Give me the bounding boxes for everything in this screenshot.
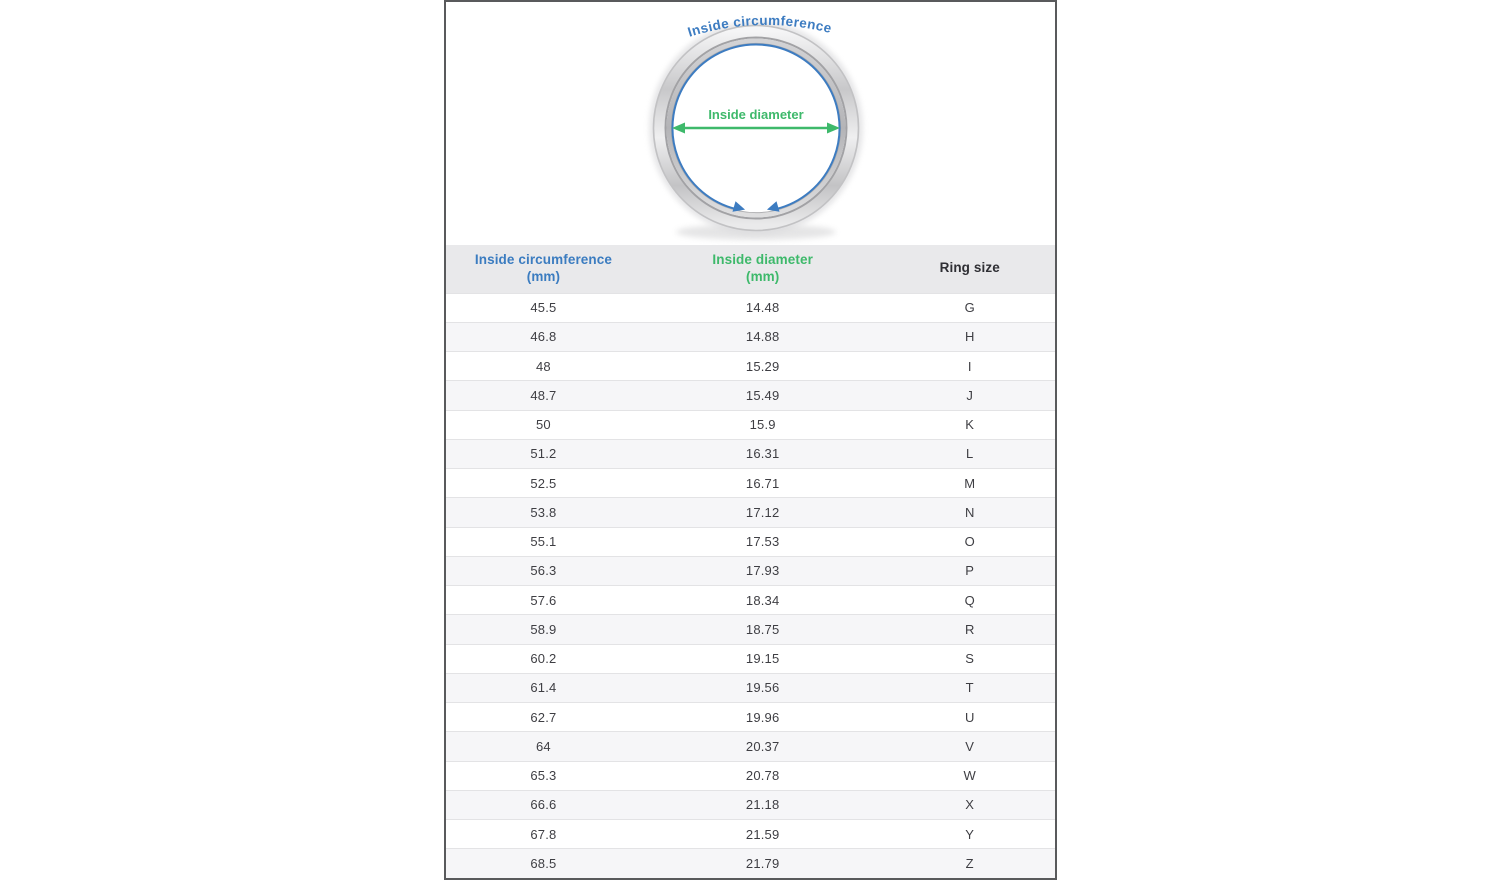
header-ring-size-label: Ring size [940,260,1000,275]
table-row: 51.216.31L [446,439,1055,468]
circumference-cell: 52.5 [446,469,641,498]
header-diameter-unit: (mm) [746,269,779,284]
ring-size-cell: J [884,381,1055,410]
ring-size-cell: G [884,293,1055,322]
circumference-cell: 50 [446,410,641,439]
diameter-cell: 14.48 [641,293,885,322]
ring-size-cell: O [884,527,1055,556]
ring-size-cell: N [884,498,1055,527]
ring-size-cell: S [884,644,1055,673]
diameter-arrow-right-icon [827,123,840,134]
table-row: 56.317.93P [446,556,1055,585]
ring-size-cell: Q [884,586,1055,615]
diameter-cell: 16.71 [641,469,885,498]
circumference-cell: 62.7 [446,703,641,732]
circumference-cell: 61.4 [446,673,641,702]
ring-size-cell: P [884,556,1055,585]
ring-size-cell: V [884,732,1055,761]
table-body: 45.514.48G46.814.88H4815.29I48.715.49J50… [446,293,1055,878]
table-row: 66.621.18X [446,790,1055,819]
table-row: 57.618.34Q [446,586,1055,615]
diameter-arrow-left-icon [672,123,685,134]
table-row: 68.521.79Z [446,849,1055,878]
table-header-row: Inside circumference (mm) Inside diamete… [446,245,1055,293]
header-circumference-label: Inside circumference [475,252,612,267]
circumference-arc [673,44,840,209]
circumference-cell: 57.6 [446,586,641,615]
circumference-cell: 64 [446,732,641,761]
table-row: 48.715.49J [446,381,1055,410]
circumference-cell: 60.2 [446,644,641,673]
circumference-cell: 46.8 [446,322,641,351]
circumference-cell: 48 [446,352,641,381]
table-row: 53.817.12N [446,498,1055,527]
diameter-cell: 17.93 [641,556,885,585]
diameter-cell: 20.78 [641,761,885,790]
diameter-cell: 14.88 [641,322,885,351]
circumference-cell: 65.3 [446,761,641,790]
diameter-cell: 19.15 [641,644,885,673]
inside-diameter-annotation: Inside diameter [672,107,840,134]
table-row: 55.117.53O [446,527,1055,556]
ring-size-cell: L [884,439,1055,468]
ring-size-cell: W [884,761,1055,790]
diameter-cell: 17.12 [641,498,885,527]
circumference-cell: 68.5 [446,849,641,878]
ring-size-cell: H [884,322,1055,351]
diameter-cell: 15.49 [641,381,885,410]
table-row: 5015.9K [446,410,1055,439]
diameter-cell: 16.31 [641,439,885,468]
diameter-cell: 21.18 [641,790,885,819]
table-row: 62.719.96U [446,703,1055,732]
ring-size-cell: U [884,703,1055,732]
circumference-cell: 51.2 [446,439,641,468]
circumference-cell: 45.5 [446,293,641,322]
circumference-cell: 48.7 [446,381,641,410]
diameter-cell: 19.56 [641,673,885,702]
ring-size-cell: I [884,352,1055,381]
circumference-cell: 67.8 [446,820,641,849]
ring-size-table: Inside circumference (mm) Inside diamete… [446,245,1055,878]
diameter-cell: 20.37 [641,732,885,761]
ring-diagram-svg: Inside circumference Inside diameter [446,2,1055,245]
circumference-cell: 66.6 [446,790,641,819]
diameter-cell: 21.59 [641,820,885,849]
header-circumference-unit: (mm) [527,269,560,284]
table-row: 52.516.71M [446,469,1055,498]
diameter-cell: 18.75 [641,615,885,644]
table-row: 58.918.75R [446,615,1055,644]
table-row: 6420.37V [446,732,1055,761]
diameter-cell: 17.53 [641,527,885,556]
ring-size-cell: Y [884,820,1055,849]
ring-size-cell: T [884,673,1055,702]
header-inside-circumference: Inside circumference (mm) [446,245,641,293]
table-row: 60.219.15S [446,644,1055,673]
circumference-cell: 58.9 [446,615,641,644]
header-diameter-label: Inside diameter [712,252,813,267]
ring-size-cell: X [884,790,1055,819]
header-inside-diameter: Inside diameter (mm) [641,245,885,293]
table-row: 61.419.56T [446,673,1055,702]
diameter-cell: 18.34 [641,586,885,615]
table-row: 67.821.59Y [446,820,1055,849]
ring-size-cell: M [884,469,1055,498]
diameter-cell: 15.29 [641,352,885,381]
header-ring-size: Ring size [884,245,1055,293]
table-row: 4815.29I [446,352,1055,381]
diameter-cell: 21.79 [641,849,885,878]
table-row: 65.320.78W [446,761,1055,790]
ring-size-card: Inside circumference Inside diameter Ins… [444,0,1057,880]
circumference-cell: 53.8 [446,498,641,527]
ring-diagram: Inside circumference Inside diameter [446,2,1055,245]
inside-diameter-label: Inside diameter [708,107,803,122]
ring-size-cell: R [884,615,1055,644]
circumference-cell: 55.1 [446,527,641,556]
table-row: 45.514.48G [446,293,1055,322]
table-row: 46.814.88H [446,322,1055,351]
circumference-cell: 56.3 [446,556,641,585]
ring-size-cell: K [884,410,1055,439]
diameter-cell: 19.96 [641,703,885,732]
diameter-cell: 15.9 [641,410,885,439]
ring-size-cell: Z [884,849,1055,878]
